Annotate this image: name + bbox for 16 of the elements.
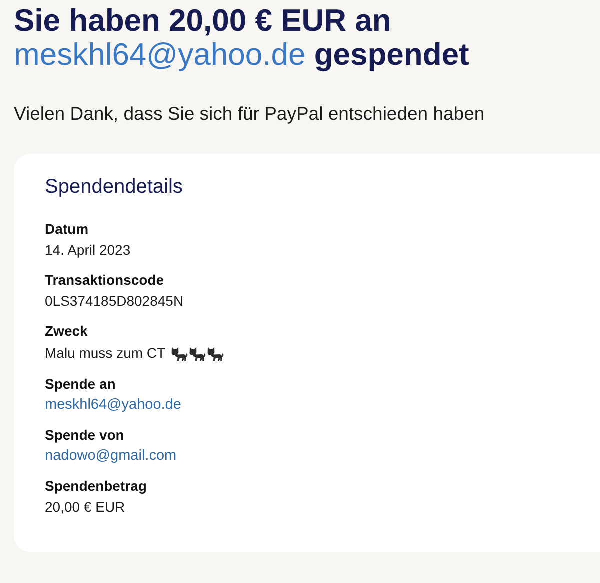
card-title: Spendendetails bbox=[45, 176, 184, 199]
detail-value: 14. April 2023 bbox=[45, 242, 131, 258]
email-link[interactable]: meskhl64@yahoo.de bbox=[45, 397, 182, 413]
detail-value: 20,00 € EUR bbox=[45, 499, 126, 515]
detail-label: Spende an bbox=[45, 376, 117, 392]
detail-value: Malu muss zum CT bbox=[45, 345, 166, 361]
thank-you-text: Vielen Dank, dass Sie sich für PayPal entschieden haben bbox=[14, 103, 486, 125]
email-link[interactable]: nadowo@gmail.com bbox=[45, 448, 177, 464]
detail-value: 0LS374185D802845N bbox=[45, 293, 184, 309]
detail-label: Transaktionscode bbox=[45, 272, 166, 288]
page-heading: Sie haben 20,00 € EUR an meskhl64@yahoo.de gespendet bbox=[14, 4, 470, 72]
email-link[interactable]: meskhl64@yahoo.de bbox=[14, 37, 306, 72]
detail-label: Spende von bbox=[45, 427, 126, 443]
detail-label: Datum bbox=[45, 221, 90, 237]
detail-label: Spendenbetrag bbox=[45, 478, 148, 494]
detail-label: Zweck bbox=[45, 323, 89, 339]
